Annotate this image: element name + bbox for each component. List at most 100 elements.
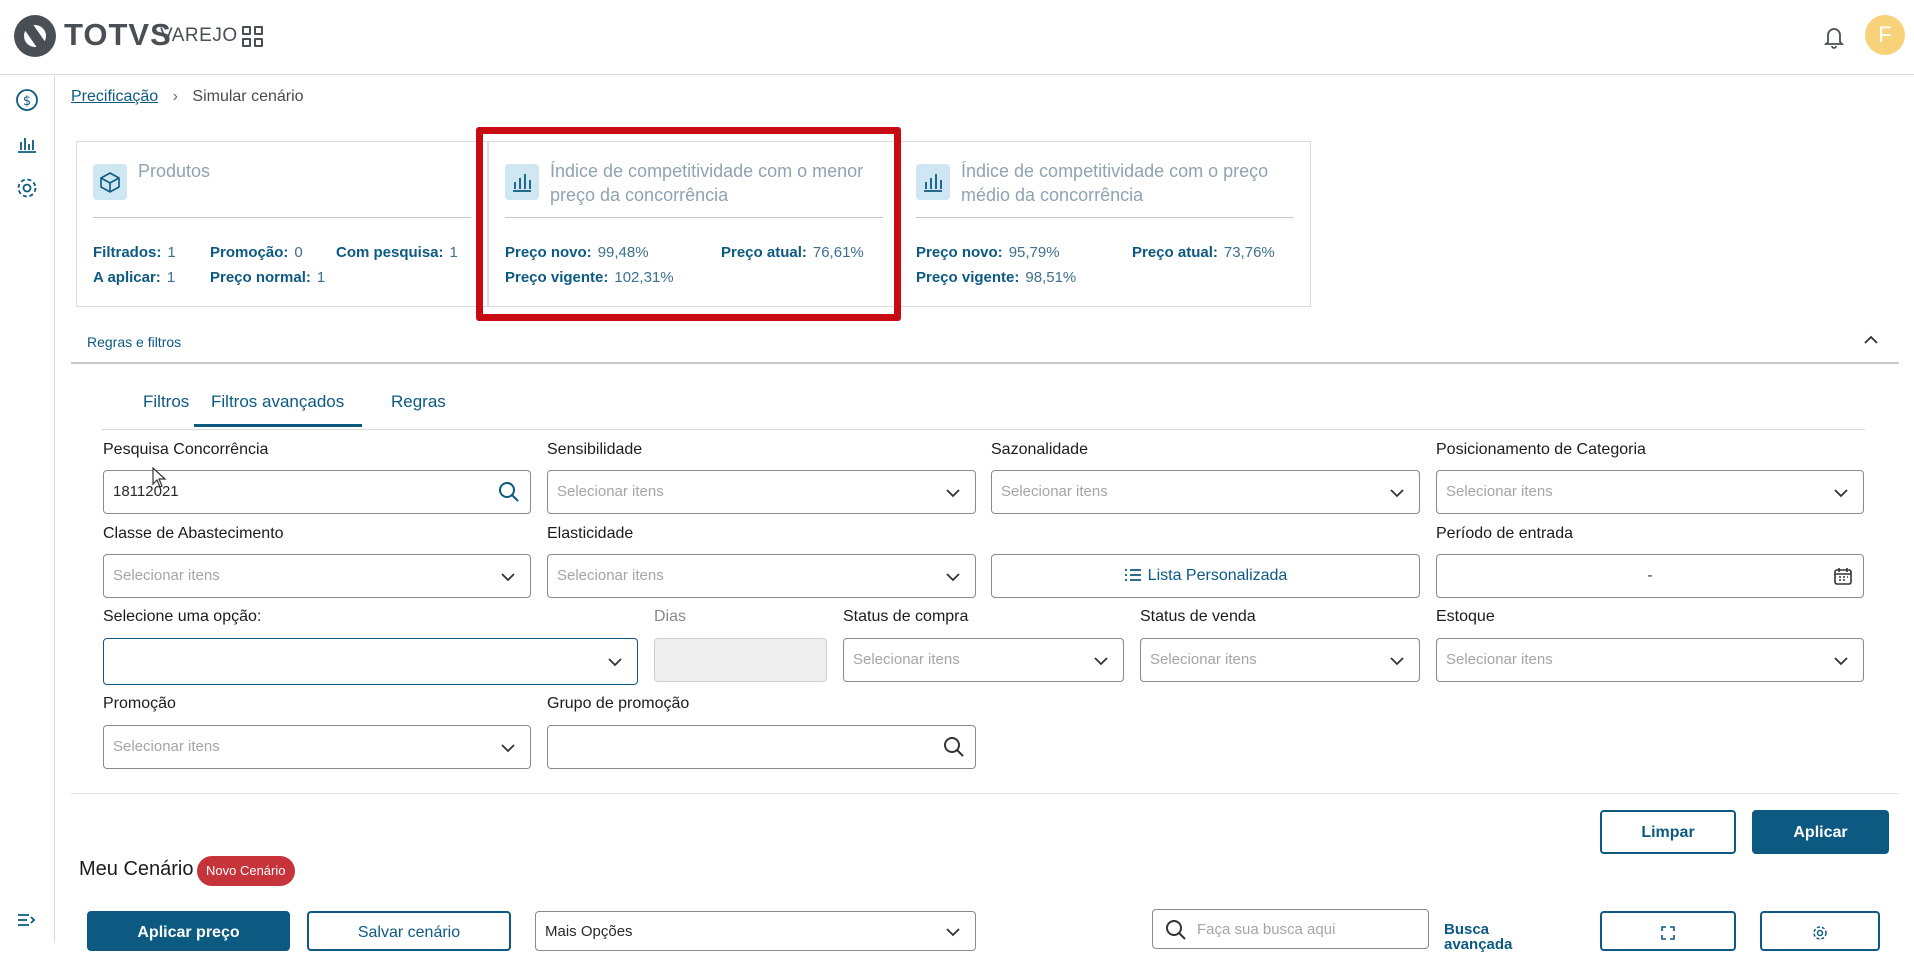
classe-abastecimento-select[interactable]: Selecionar itens [103,554,531,598]
label-selecione-opcao: Selecione uma opção: [103,608,262,625]
placeholder: Selecionar itens [1446,483,1553,500]
rules-filters-header[interactable]: Regras e filtros [71,330,1899,364]
label-grupo-promocao: Grupo de promoção [547,695,690,712]
placeholder: Selecionar itens [1001,483,1108,500]
breadcrumb: Precificação › Simular cenário [71,88,304,106]
stat-preco-atual: Preço atual: 73,76% [1132,244,1275,261]
filters-tabs: Filtros Filtros avançados Regras [102,380,1865,430]
periodo-entrada-input[interactable]: - [1436,554,1864,598]
calendar-icon[interactable] [1833,566,1853,586]
lista-personalizada-button[interactable]: Lista Personalizada [991,554,1420,598]
stat-promocao: Promoção: 0 [210,244,303,261]
fullscreen-icon [1661,926,1675,940]
posicionamento-categoria-select[interactable]: Selecionar itens [1436,470,1864,514]
rules-filters-title: Regras e filtros [87,334,182,350]
chevron-down-icon [946,573,960,582]
totvs-logo-icon [14,15,56,57]
card-produtos: Produtos Filtrados: 1 Promoção: 0 Com pesq… [76,141,488,307]
status-venda-select[interactable]: Selecionar itens [1140,638,1420,682]
search-icon[interactable] [943,736,965,758]
promocao-select[interactable]: Selecionar itens [103,725,531,769]
breadcrumb-chevron-icon: › [172,88,178,105]
card-divider [93,217,471,218]
scenario-search-input[interactable]: Faça sua busca aqui [1152,909,1429,949]
label-elasticidade: Elasticidade [547,525,634,542]
breadcrumb-current: Simular cenário [192,88,304,105]
dias-input [654,638,827,682]
periodo-range-separator: - [1647,567,1653,584]
sensibilidade-select[interactable]: Selecionar itens [547,470,976,514]
placeholder: Selecionar itens [853,651,960,668]
label-sensibilidade: Sensibilidade [547,441,643,458]
card-title: Produtos [138,161,211,181]
apps-grid-icon[interactable] [242,26,264,48]
placeholder: Selecionar itens [113,738,220,755]
placeholder: Selecionar itens [1446,651,1553,668]
label-dias: Dias [654,608,687,625]
placeholder: Selecionar itens [557,567,664,584]
mais-opcoes-select[interactable]: Mais Opções [535,911,976,951]
label-estoque: Estoque [1436,608,1495,625]
list-icon [1124,569,1141,581]
novo-cenario-badge: Novo Cenário [197,856,295,886]
selecione-opcao-select[interactable] [103,638,638,685]
chevron-up-icon[interactable] [1863,332,1879,348]
highlight-annotation-box [476,127,901,321]
estoque-select[interactable]: Selecionar itens [1436,638,1864,682]
label-status-compra: Status de compra [843,608,969,625]
stat-com-pesquisa: Com pesquisa: 1 [336,244,458,261]
sazonalidade-select[interactable]: Selecionar itens [991,470,1420,514]
chevron-down-icon [608,658,622,667]
placeholder: Selecionar itens [557,483,664,500]
aplicar-preco-button[interactable]: Aplicar preço [87,911,290,951]
tab-regras[interactable]: Regras [391,392,446,412]
tab-filtros-avancados[interactable]: Filtros avançados [194,392,363,427]
search-icon[interactable] [498,481,520,503]
aplicar-button[interactable]: Aplicar [1752,810,1889,854]
brand-name: TOTVS [64,17,172,52]
bar-chart-icon[interactable] [15,132,39,156]
side-nav: $ [0,76,55,943]
notification-bell-icon[interactable] [1822,24,1846,50]
dollar-circle-icon[interactable]: $ [15,88,39,112]
breadcrumb-link-precificacao[interactable]: Precificação [71,88,158,105]
fullscreen-button[interactable] [1600,911,1736,951]
label-classe-abastecimento: Classe de Abastecimento [103,525,284,542]
elasticidade-select[interactable]: Selecionar itens [547,554,976,598]
chevron-down-icon [946,928,960,937]
stat-preco-novo: Preço novo: 95,79% [916,244,1060,261]
chevron-down-icon [501,573,515,582]
status-compra-select[interactable]: Selecionar itens [843,638,1124,682]
scenario-title: Meu Cenário [79,858,194,880]
section-divider [71,793,1899,794]
card-indice-preco-medio: Índice de competitividade com o preço mé… [899,141,1311,307]
salvar-cenario-button[interactable]: Salvar cenário [307,911,511,951]
gear-icon [1813,926,1827,940]
search-icon [1166,920,1186,940]
card-divider [916,217,1294,218]
tab-filtros[interactable]: Filtros [143,392,189,412]
expand-menu-icon[interactable] [15,908,39,932]
user-avatar[interactable]: F [1865,15,1905,55]
settings-gear-icon[interactable] [15,176,39,200]
placeholder: Selecionar itens [113,567,220,584]
grupo-promocao-input[interactable] [547,725,976,769]
busca-avancada-link[interactable]: Busca avançada [1444,922,1514,952]
chevron-down-icon [1834,489,1848,498]
label-sazonalidade: Sazonalidade [991,441,1088,458]
table-settings-button[interactable] [1760,911,1880,951]
lista-personalizada-label: Lista Personalizada [992,567,1419,585]
chevron-down-icon [1390,657,1404,666]
chevron-down-icon [946,489,960,498]
search-placeholder: Faça sua busca aqui [1197,921,1336,938]
chevron-down-icon [1390,489,1404,498]
label-periodo-entrada: Período de entrada [1436,525,1573,542]
mais-opcoes-value: Mais Opções [545,923,633,940]
label-status-venda: Status de venda [1140,608,1256,625]
svg-text:$: $ [23,94,31,109]
bar-chart-icon [916,164,950,200]
stat-preco-normal: Preço normal: 1 [210,269,326,286]
chevron-down-icon [1834,657,1848,666]
card-title: Índice de competitividade com o preço mé… [961,161,1269,205]
limpar-button[interactable]: Limpar [1600,810,1736,854]
